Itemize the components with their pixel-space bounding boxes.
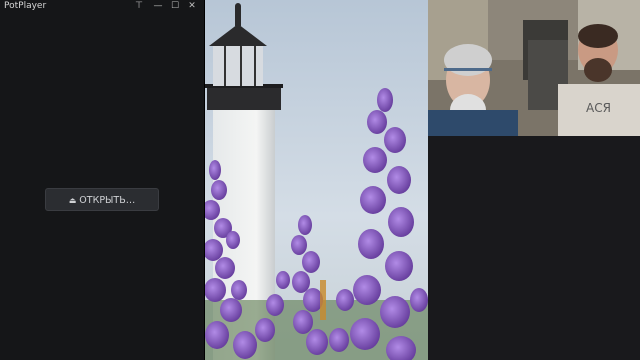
minimize-button[interactable]: — — [151, 0, 165, 13]
potplayer-window: PotPlayer ⊤ — ☐ ✕ ⏏ ОТКРЫТЬ… — [0, 0, 204, 360]
photo-illustration — [205, 0, 428, 360]
close-button[interactable]: ✕ — [185, 0, 199, 13]
webcam-illustration: АСЯ — [428, 0, 640, 136]
stream-panel: АСЯ Разум Shleinно в ролике здоро по ком… — [428, 0, 640, 360]
webcam-feed: АСЯ — [428, 0, 640, 136]
title-bar[interactable]: PotPlayer ⊤ — ☐ ✕ — [0, 0, 204, 14]
chat-panel: Разум Shleinно в ролике здоро по коммент… — [428, 136, 640, 360]
maximize-button[interactable]: ☐ — [168, 0, 182, 13]
open-label: ОТКРЫТЬ… — [79, 195, 136, 206]
lighthouse-lupine-photo — [205, 0, 428, 360]
pin-icon[interactable]: ⊤ — [132, 0, 146, 13]
eject-icon: ⏏ — [68, 196, 77, 205]
svg-text:АСЯ: АСЯ — [586, 101, 611, 115]
app-title: PotPlayer — [4, 1, 47, 11]
open-file-button[interactable]: ⏏ ОТКРЫТЬ… — [45, 188, 159, 211]
